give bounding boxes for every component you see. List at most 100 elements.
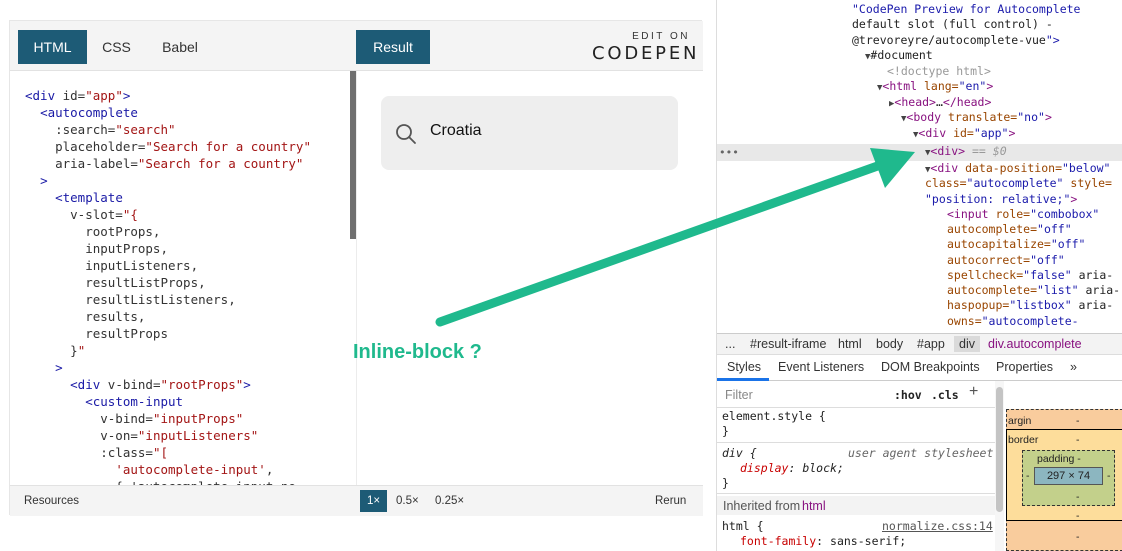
dom-node-line[interactable]: "position: relative;"> — [925, 192, 1077, 207]
dom-node-line[interactable]: <input role="combobox" — [947, 207, 1099, 222]
padding-right-value[interactable]: - — [1107, 470, 1111, 482]
zoom-05x-button[interactable]: 0.5× — [389, 490, 426, 512]
tab-properties[interactable]: Properties — [996, 360, 1053, 374]
box-model-content[interactable]: 297 × 74 — [1034, 467, 1103, 485]
margin-bottom-value[interactable]: - — [1076, 531, 1080, 543]
dom-node-line[interactable]: spellcheck="false" aria- — [947, 268, 1113, 283]
code-line: resultListProps, — [25, 275, 206, 290]
hov-toggle[interactable]: :hov — [894, 388, 922, 403]
code-line: :class="[ — [25, 445, 168, 460]
dom-node-line[interactable]: owns="autocomplete- — [947, 314, 1079, 329]
code-line: > — [55, 360, 63, 375]
inherited-from-link[interactable]: html — [802, 499, 826, 514]
divider — [717, 407, 997, 408]
code-line: <autocomplete — [40, 105, 138, 120]
dom-node-line[interactable]: autocomplete="list" aria- — [947, 283, 1120, 298]
code-line: { 'autocomplete-input-no — [25, 478, 311, 485]
tab-styles[interactable]: Styles — [727, 360, 761, 374]
styles-filter-input[interactable]: Filter — [725, 388, 753, 403]
display-value: block; — [802, 461, 844, 475]
border-value[interactable]: - — [1076, 434, 1080, 446]
code-line: aria-label="Search for a country" — [25, 156, 304, 171]
user-agent-label: user agent stylesheet — [848, 446, 994, 460]
dom-node-line[interactable]: <!doctype html> — [887, 64, 991, 79]
new-rule-button[interactable]: + — [969, 383, 978, 399]
dom-node-line[interactable]: ▼<div> == $0 — [925, 144, 1007, 161]
inherited-header: Inherited from html — [717, 496, 997, 515]
breadcrumb-div-autocomplete[interactable]: div.autocomplete — [988, 337, 1082, 351]
padding-left-value[interactable]: - — [1026, 470, 1030, 482]
edit-on-label[interactable]: EDIT ON — [600, 31, 690, 42]
code-line: 'autocomplete-input', — [115, 462, 274, 477]
margin-value[interactable]: - — [1076, 415, 1080, 427]
font-family-declaration[interactable]: font-family: sans-serif; — [740, 534, 906, 549]
code-line: resultProps — [25, 326, 168, 341]
code-line: <custom-input — [85, 394, 184, 409]
rerun-button[interactable]: Rerun — [655, 495, 686, 507]
tab-event-listeners[interactable]: Event Listeners — [778, 360, 864, 374]
cls-toggle[interactable]: .cls — [931, 388, 959, 403]
normalize-source-link[interactable]: normalize.css:14 — [882, 519, 993, 534]
dom-node-line[interactable]: autocomplete="off" — [947, 222, 1072, 237]
tab-html[interactable]: HTML — [18, 30, 87, 64]
code-line: v-slot="{ — [25, 207, 138, 222]
zoom-025x-button[interactable]: 0.25× — [428, 490, 471, 512]
dom-node-line[interactable]: autocapitalize="off" — [947, 237, 1085, 252]
dom-node-line[interactable]: "CodePen Preview for Autocomplete — [852, 2, 1080, 17]
code-line: v-bind="inputProps" — [25, 411, 244, 426]
padding-bottom-value[interactable]: - — [1076, 491, 1080, 503]
code-block: <div id="app"> <autocomplete :search="se… — [25, 87, 311, 485]
inherited-label: Inherited from — [723, 499, 801, 513]
element-style-selector[interactable]: element.style { — [722, 409, 826, 424]
font-family-value: sans-serif; — [830, 534, 907, 548]
devtools-subtabs: Styles Event Listeners DOM Breakpoints P… — [717, 355, 1122, 381]
html-editor[interactable]: <div id="app"> <autocomplete :search="se… — [10, 71, 356, 485]
display-declaration[interactable]: display: block; — [740, 461, 844, 476]
dom-node-line[interactable]: autocorrect="off" — [947, 253, 1065, 268]
margin-label: argin — [1008, 415, 1032, 427]
code-line: placeholder="Search for a country" — [25, 139, 311, 154]
tab-dom-breakpoints[interactable]: DOM Breakpoints — [881, 360, 980, 374]
div-rule-selector[interactable]: div { — [722, 446, 757, 461]
more-tabs-icon[interactable]: » — [1070, 360, 1077, 374]
divider — [717, 442, 997, 443]
html-rule-selector[interactable]: html { — [722, 519, 764, 534]
zoom-1x-button[interactable]: 1× — [360, 490, 388, 512]
code-line: v-on="inputListeners" — [25, 428, 259, 443]
resources-button[interactable]: Resources — [24, 495, 79, 507]
divider — [717, 493, 997, 494]
dom-node-line[interactable]: ▼<body translate="no"> — [901, 110, 1052, 127]
dom-node-line[interactable]: haspopup="listbox" aria- — [947, 298, 1113, 313]
tab-babel[interactable]: Babel — [154, 30, 206, 64]
dom-node-line[interactable]: ▼#document — [865, 48, 933, 65]
box-model: argin - border - padding - 297 × 74 - - … — [1004, 381, 1122, 551]
border-label: border — [1008, 434, 1039, 446]
dom-node-line[interactable]: ▼<div id="app"> — [913, 126, 1015, 143]
code-line: inputListeners, — [25, 258, 199, 273]
annotation-text: Inline-block ? — [353, 341, 482, 363]
element-style-close: } — [722, 424, 729, 438]
breadcrumb-app[interactable]: #app — [917, 337, 945, 351]
styles-scrollbar[interactable] — [995, 381, 1004, 551]
dom-node-line[interactable]: class="autocomplete" style= — [925, 176, 1112, 191]
dom-node-line[interactable]: ▼<html lang="en"> — [877, 79, 993, 96]
code-line: resultListListeners, — [25, 292, 236, 307]
dom-node-line[interactable]: @trevoreyre/autocomplete-vue"> — [852, 33, 1060, 48]
codepen-logo[interactable]: CODEPEN — [592, 43, 696, 64]
annotation-arrow — [435, 148, 915, 327]
code-line: results, — [25, 309, 146, 324]
code-line: inputProps, — [25, 241, 168, 256]
tab-result[interactable]: Result — [356, 30, 430, 64]
tab-css[interactable]: CSS — [94, 30, 139, 64]
styles-scroll-thumb[interactable] — [996, 387, 1003, 512]
border-bottom-value[interactable]: - — [1076, 510, 1080, 522]
breadcrumb-div[interactable]: div — [954, 336, 980, 352]
search-icon — [395, 123, 417, 150]
code-line: <template — [55, 190, 123, 205]
div-rule-close: } — [722, 476, 729, 490]
search-value: Croatia — [430, 122, 482, 139]
code-line: }" — [25, 343, 86, 358]
code-line: :search="search" — [25, 122, 176, 137]
codepen-topbar: HTML CSS Babel Result EDIT ON CODEPEN — [10, 21, 703, 71]
dom-node-line[interactable]: default slot (full control) - — [852, 17, 1053, 32]
